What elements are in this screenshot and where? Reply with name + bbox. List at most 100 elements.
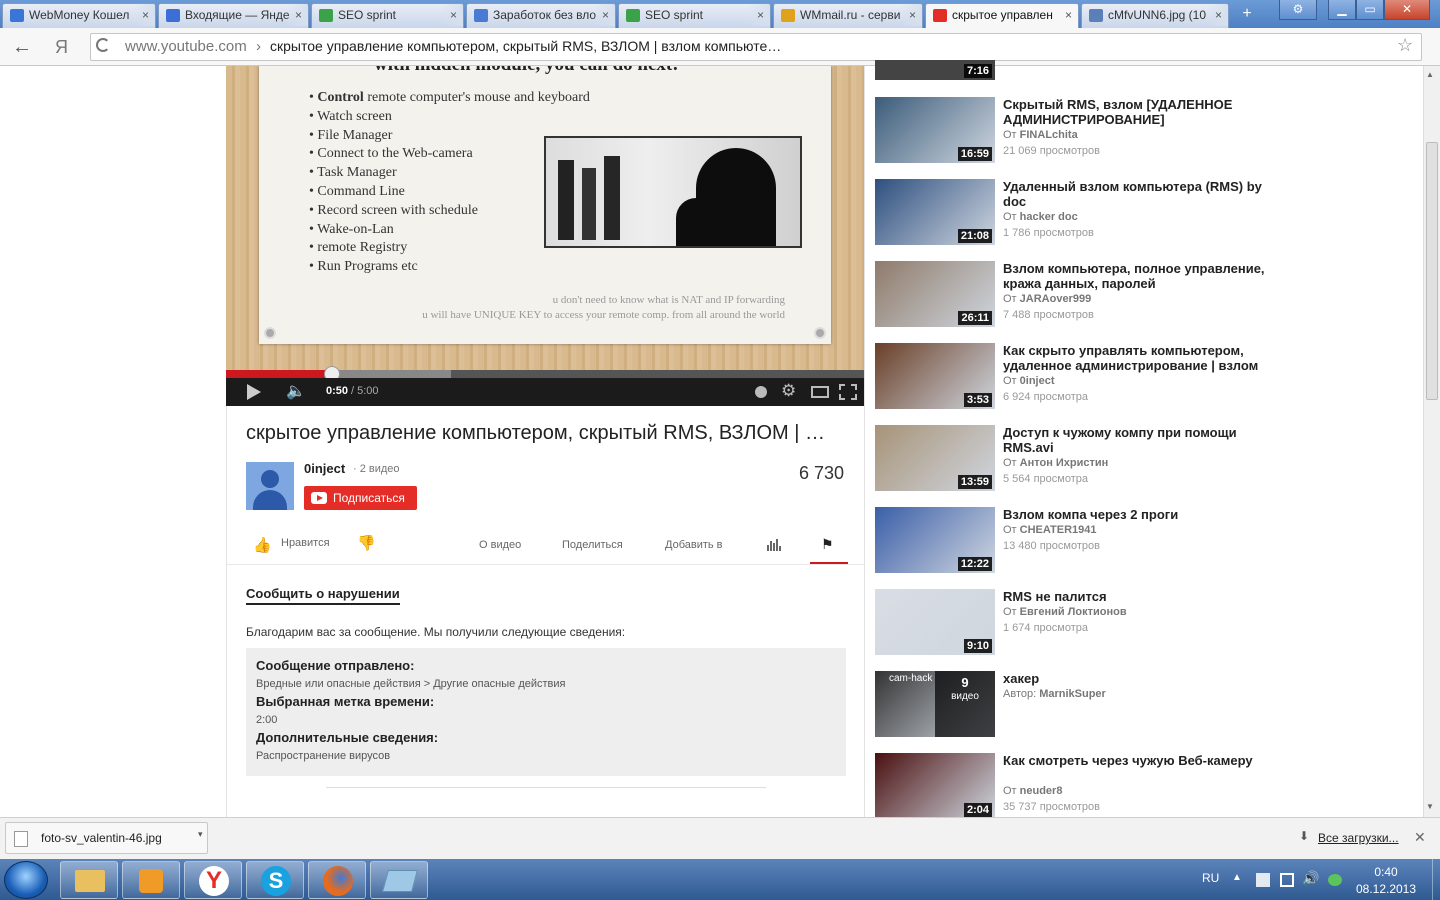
related-video-title[interactable]: Скрытый RMS, взлом [УДАЛЕННОЕ АДМИНИСТРИ… (1003, 97, 1273, 127)
author-name[interactable]: JARAover999 (1020, 293, 1092, 305)
settings-icon[interactable]: ⚙ (1279, 0, 1317, 20)
author-name[interactable]: 0inject (1020, 375, 1055, 387)
maximize-button[interactable]: ▭ (1356, 0, 1384, 20)
tab-6[interactable]: WMmail.ru - серви × (773, 3, 923, 28)
minimize-button[interactable]: ▁ (1328, 0, 1356, 20)
video-thumbnail[interactable]: 13:59 (875, 425, 995, 491)
close-tab-icon[interactable]: × (450, 4, 457, 26)
action-center-icon[interactable] (1256, 873, 1270, 887)
video-thumbnail[interactable]: 2:04 (875, 753, 995, 819)
related-video-title[interactable]: Взлом компа через 2 проги (1003, 507, 1273, 522)
tab-about[interactable]: О видео (479, 539, 521, 551)
tab-2[interactable]: Входящие — Янде × (158, 3, 309, 28)
thumbnail-partial[interactable]: 7:16 (875, 60, 995, 80)
tray-app-icon[interactable] (1328, 874, 1342, 886)
taskbar-skype[interactable]: S (246, 861, 304, 899)
related-video-title[interactable]: хакер (1003, 671, 1273, 686)
close-icon[interactable]: ✕ (1414, 829, 1426, 846)
related-video-title[interactable]: Как скрыто управлять компьютером, удален… (1003, 343, 1273, 373)
tab-add-to[interactable]: Добавить в (665, 539, 723, 551)
close-window-button[interactable]: ✕ (1384, 0, 1430, 20)
theater-mode-icon[interactable] (811, 386, 829, 398)
new-tab-button[interactable]: + (1238, 5, 1256, 23)
start-button[interactable] (4, 861, 48, 899)
channel-video-count[interactable]: · 2 видео (353, 463, 400, 475)
like-label[interactable]: Нравится (281, 537, 330, 549)
language-indicator[interactable]: RU (1202, 871, 1219, 885)
close-tab-icon[interactable]: × (909, 4, 916, 26)
page-scrollbar[interactable]: ▲ ▼ (1423, 66, 1440, 817)
scrollbar-thumb[interactable] (1426, 142, 1438, 400)
network-icon[interactable] (1280, 873, 1294, 887)
video-thumbnail[interactable]: 12:22 (875, 507, 995, 573)
volume-tray-icon[interactable]: 🔊 (1302, 870, 1319, 887)
related-video-title[interactable]: Удаленный взлом компьютера (RMS) by doc (1003, 179, 1273, 209)
related-video[interactable]: 2:04 Как смотреть через чужую Веб-камеру О… (875, 753, 1435, 819)
taskbar-yandex-browser[interactable]: Y (184, 861, 242, 899)
video-player[interactable]: with hidden module, you can do next: • C… (226, 66, 864, 406)
tab-5[interactable]: SEO sprint × (618, 3, 771, 28)
video-thumbnail[interactable]: 16:59 (875, 97, 995, 163)
subscribe-button[interactable]: Подписаться (304, 486, 417, 510)
show-desktop-button[interactable] (1432, 859, 1440, 900)
tab-3[interactable]: SEO sprint × (311, 3, 464, 28)
fullscreen-icon[interactable] (839, 384, 857, 400)
tab-share[interactable]: Поделиться (562, 539, 623, 551)
clock-date[interactable]: 08.12.2013 (1352, 882, 1420, 896)
yandex-logo-icon[interactable]: Я (55, 37, 68, 58)
close-tab-icon[interactable]: × (295, 4, 302, 26)
play-icon[interactable] (247, 384, 261, 400)
related-video[interactable]: 9:10 RMS не палится От Евгений Локтионов 1 … (875, 589, 1435, 655)
related-video[interactable]: 26:11 Взлом компьютера, полное управление… (875, 261, 1435, 327)
back-icon[interactable]: ← (12, 36, 32, 59)
volume-icon[interactable]: 🔈 (286, 381, 306, 401)
watch-later-icon[interactable] (755, 386, 767, 398)
video-thumbnail[interactable]: cam-hack 9 видео (875, 671, 995, 737)
tray-expand-icon[interactable]: ▲ (1232, 872, 1242, 883)
close-tab-icon[interactable]: × (757, 4, 764, 26)
author-name[interactable]: Антон Ихристин (1020, 457, 1109, 469)
video-thumbnail[interactable]: 21:08 (875, 179, 995, 245)
related-video-title[interactable]: RMS не палится (1003, 589, 1273, 604)
related-video[interactable]: cam-hack 9 видео хакер Автор: MarnikSuper (875, 671, 1435, 737)
related-video-title[interactable]: Взлом компьютера, полное управление, кра… (1003, 261, 1273, 291)
video-thumbnail[interactable]: 9:10 (875, 589, 995, 655)
stats-icon[interactable] (767, 539, 781, 551)
related-video[interactable]: 3:53 Как скрыто управлять компьютером, уд… (875, 343, 1435, 409)
channel-name[interactable]: 0inject (304, 461, 345, 476)
author-name[interactable]: MarnikSuper (1039, 688, 1106, 700)
related-video-title[interactable]: Доступ к чужому компу при помощи RMS.avi (1003, 425, 1273, 455)
related-video[interactable]: 13:59 Доступ к чужому компу при помощи RM… (875, 425, 1435, 491)
tab-4[interactable]: Заработок без вло × (466, 3, 616, 28)
author-name[interactable]: Евгений Локтионов (1020, 606, 1127, 618)
gear-icon[interactable]: ⚙ (781, 381, 796, 401)
thumbs-down-icon[interactable]: 👎 (357, 534, 376, 552)
author-name[interactable]: hacker doc (1020, 211, 1078, 223)
author-name[interactable]: neuder8 (1020, 785, 1063, 797)
related-video[interactable]: 16:59 Скрытый RMS, взлом [УДАЛЕННОЕ АДМИН… (875, 97, 1435, 163)
video-thumbnail[interactable]: 26:11 (875, 261, 995, 327)
close-tab-icon[interactable]: × (1065, 4, 1072, 26)
tab-7[interactable]: скрытое управлен × (925, 3, 1079, 29)
author-name[interactable]: CHEATER1941 (1020, 524, 1097, 536)
taskbar-firefox[interactable] (308, 861, 366, 899)
taskbar-explorer[interactable] (60, 861, 118, 899)
related-video[interactable]: 21:08 Удаленный взлом компьютера (RMS) by… (875, 179, 1435, 245)
tab-8[interactable]: cMfvUNN6.jpg (10 × (1081, 3, 1229, 28)
chevron-down-icon[interactable]: ▾ (198, 829, 203, 840)
flag-icon[interactable]: ⚑ (821, 536, 834, 553)
reload-icon[interactable] (96, 38, 110, 52)
close-tab-icon[interactable]: × (1215, 4, 1222, 26)
channel-avatar[interactable] (246, 462, 294, 510)
clock-time[interactable]: 0:40 (1356, 865, 1416, 879)
related-video-title[interactable]: Как смотреть через чужую Веб-камеру (1003, 753, 1273, 768)
all-downloads-link[interactable]: Все загрузки... (1318, 831, 1399, 845)
close-tab-icon[interactable]: × (602, 4, 609, 26)
taskbar-media-player[interactable] (122, 861, 180, 899)
taskbar-app[interactable] (370, 861, 428, 899)
video-thumbnail[interactable]: 3:53 (875, 343, 995, 409)
progress-bar[interactable] (226, 366, 864, 382)
related-video[interactable]: 12:22 Взлом компа через 2 проги От CHEATER… (875, 507, 1435, 573)
bookmark-star-icon[interactable]: ☆ (1397, 35, 1413, 56)
tab-1[interactable]: WebMoney Кошел × (2, 3, 156, 28)
